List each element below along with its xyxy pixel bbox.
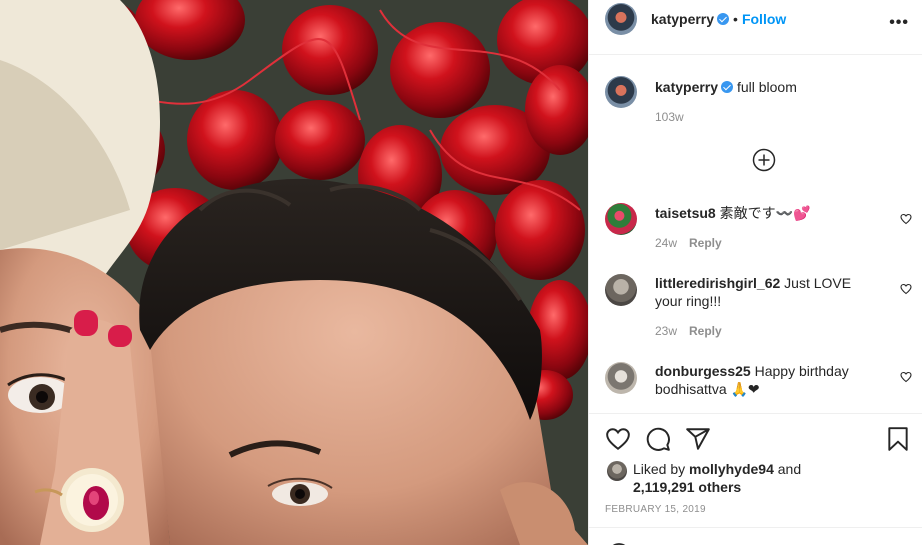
likes-and: and	[777, 461, 802, 477]
comment-meta: 24w Reply	[655, 236, 722, 250]
comment-icon[interactable]	[645, 426, 671, 452]
comment-username[interactable]: taisetsu8	[655, 205, 716, 221]
like-heart-icon[interactable]	[605, 426, 631, 452]
reply-button[interactable]: Reply	[689, 324, 722, 338]
add-comment-area[interactable]	[589, 527, 922, 545]
comment-body: Happy birthday	[754, 363, 849, 379]
likes-prefix: Liked by	[633, 461, 686, 477]
liker-username[interactable]: mollyhyde94	[689, 461, 774, 477]
heart-icon[interactable]	[900, 213, 912, 225]
caption-avatar[interactable]	[605, 76, 637, 108]
comment-time[interactable]: 24w	[655, 236, 677, 250]
comment: littleredirishgirl_62 Just LOVE your rin…	[655, 274, 885, 310]
comment-time[interactable]: 23w	[655, 324, 677, 338]
post-date[interactable]: FEBRUARY 15, 2019	[605, 504, 706, 515]
caption: katyperry full bloom	[655, 78, 797, 96]
likes-count-line: 2,119,291 others	[633, 478, 741, 496]
verified-badge-icon	[717, 13, 730, 25]
comment-avatar[interactable]	[605, 203, 637, 235]
follow-button[interactable]: Follow	[742, 11, 786, 27]
liker-avatar[interactable]	[607, 461, 627, 481]
post-photo[interactable]	[0, 0, 588, 545]
caption-time[interactable]: 103w	[655, 110, 684, 124]
comment-username[interactable]: littleredirishgirl_62	[655, 275, 780, 291]
likes-count[interactable]: 2,119,291 others	[633, 479, 741, 495]
share-icon[interactable]	[685, 426, 711, 452]
post-image	[0, 0, 588, 545]
caption-username[interactable]: katyperry	[655, 79, 718, 95]
more-options-icon[interactable]: •••	[889, 14, 909, 32]
comment-meta: 23w Reply	[655, 324, 722, 338]
load-more-comments-icon[interactable]	[752, 148, 776, 172]
comment-body: 素敵です〰️💕	[719, 205, 811, 221]
comment-body-line2: bodhisattva 🙏❤	[655, 381, 760, 397]
heart-icon[interactable]	[900, 283, 912, 295]
comment-body-line2: your ring!!!	[655, 293, 722, 309]
comment-avatar[interactable]	[605, 274, 637, 306]
post-header: katyperry • Follow •••	[589, 0, 922, 55]
post-side-panel: katyperry • Follow ••• katyperry full bloo…	[588, 0, 922, 545]
separator-dot: •	[733, 11, 738, 27]
heart-icon[interactable]	[900, 371, 912, 383]
comment-avatar[interactable]	[605, 362, 637, 394]
likes-summary: Liked by mollyhyde94 and	[633, 460, 801, 478]
bookmark-icon[interactable]	[885, 426, 911, 452]
author-line: katyperry • Follow	[651, 10, 786, 29]
reply-button[interactable]: Reply	[689, 236, 722, 250]
comment: donburgess25 Happy birthday bodhisattva …	[655, 362, 885, 398]
verified-badge-icon	[721, 81, 734, 93]
comment: taisetsu8 素敵です〰️💕	[655, 204, 810, 222]
comment-username[interactable]: donburgess25	[655, 363, 751, 379]
author-avatar[interactable]	[605, 3, 637, 35]
post-actions: Liked by mollyhyde94 and 2,119,291 other…	[589, 413, 922, 545]
comment-body: Just LOVE	[784, 275, 852, 291]
author-username[interactable]: katyperry	[651, 11, 714, 27]
caption-text: full bloom	[736, 79, 797, 95]
